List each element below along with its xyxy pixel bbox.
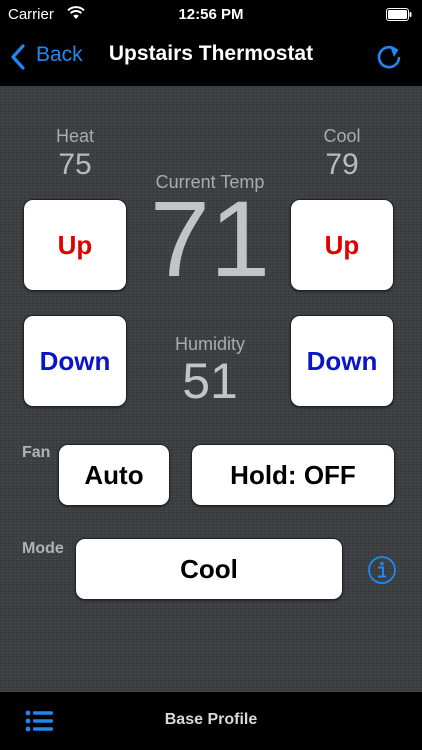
info-icon[interactable]	[367, 555, 397, 585]
status-bar: Carrier 12:56 PM	[0, 0, 422, 30]
humidity-value: 51	[182, 353, 238, 409]
heat-up-button[interactable]: Up	[23, 199, 127, 291]
heat-label: Heat	[55, 126, 95, 146]
refresh-icon[interactable]	[374, 42, 404, 72]
heat-setpoint-value: 75	[58, 148, 92, 181]
status-time: 12:56 PM	[178, 6, 244, 23]
bottom-toolbar: Base Profile	[0, 692, 422, 750]
page-title: Upstairs Thermostat	[108, 42, 314, 65]
mode-label: Mode	[22, 540, 64, 557]
fan-hold-button[interactable]: Hold: OFF	[191, 444, 395, 506]
thermostat-screen: Carrier 12:56 PM Back Upstairs Thermosta…	[0, 0, 422, 750]
heat-down-button[interactable]: Down	[23, 315, 127, 407]
mode-button[interactable]: Cool	[75, 538, 343, 600]
navigation-bar: Back Upstairs Thermostat	[0, 30, 422, 86]
cool-setpoint-value: 79	[325, 148, 359, 181]
battery-icon	[386, 8, 412, 21]
cool-down-button[interactable]: Down	[290, 315, 394, 407]
fan-auto-button[interactable]: Auto	[58, 444, 170, 506]
profile-label: Base Profile	[164, 711, 258, 728]
cool-label: Cool	[323, 126, 361, 146]
fan-label: Fan	[22, 444, 51, 461]
cool-up-button[interactable]: Up	[290, 199, 394, 291]
thermostat-panel: Heat 75 Cool 79 Current Temp 71 Up Up Do…	[0, 86, 422, 692]
current-temp-value: 71	[149, 178, 271, 299]
